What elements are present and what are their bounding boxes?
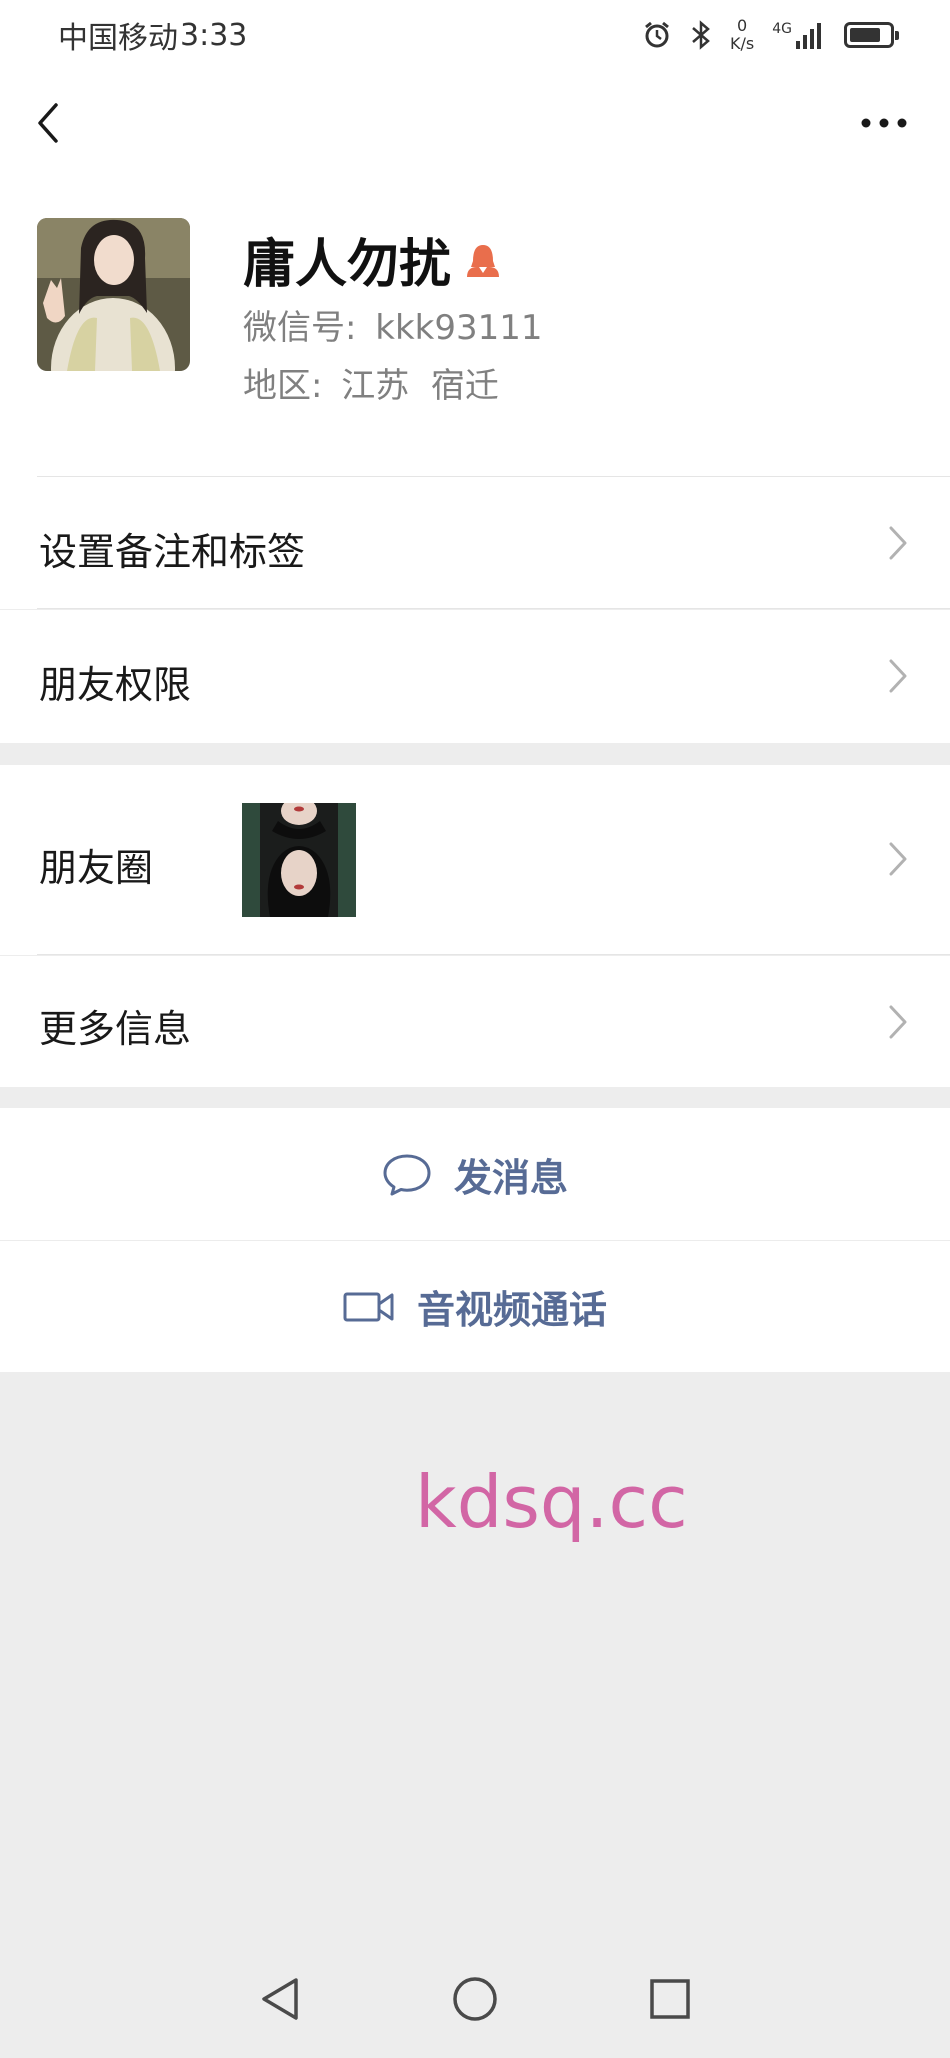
circle-home-icon bbox=[453, 1977, 497, 2021]
chat-bubble-icon bbox=[383, 1154, 431, 1195]
wechat-id-value: kkk93111 bbox=[375, 308, 543, 348]
wechat-id-label: 微信号: bbox=[243, 308, 357, 348]
profile-header: 庸人勿扰 微信号: kkk93111 地区: 江苏 宿迁 bbox=[0, 180, 950, 477]
female-user-icon bbox=[467, 244, 500, 277]
nav-recents-button[interactable] bbox=[645, 1974, 695, 2024]
region-label: 地区: bbox=[243, 366, 323, 406]
cellular-signal: 4G bbox=[772, 21, 826, 49]
divider bbox=[37, 954, 950, 955]
battery-icon bbox=[844, 22, 899, 48]
status-icons: 0 K/s 4G bbox=[642, 17, 899, 53]
avatar-photo bbox=[37, 218, 190, 371]
triangle-back-icon bbox=[262, 1978, 298, 2020]
more-info-label: 更多信息 bbox=[39, 1007, 192, 1051]
wechat-id-row: 微信号: kkk93111 bbox=[243, 300, 543, 349]
carrier-name: 中国移动 bbox=[58, 21, 178, 56]
back-button[interactable] bbox=[28, 98, 68, 148]
network-speed: 0 K/s bbox=[730, 17, 754, 53]
friend-permissions-cell[interactable]: 朋友权限 bbox=[0, 610, 950, 743]
divider bbox=[37, 608, 950, 609]
remark-tags-label: 设置备注和标签 bbox=[39, 530, 306, 574]
signal-icon bbox=[796, 23, 821, 49]
name-row: 庸人勿扰 bbox=[243, 222, 501, 297]
video-call-label: 音视频通话 bbox=[416, 1288, 607, 1332]
square-recents-icon bbox=[650, 1979, 690, 2019]
send-message-button[interactable]: 发消息 bbox=[0, 1108, 950, 1241]
avatar[interactable] bbox=[37, 218, 190, 371]
moments-cell[interactable]: 朋友圈 bbox=[0, 765, 950, 955]
region-value: 江苏 宿迁 bbox=[341, 366, 499, 406]
watermark-text: kdsq.cc bbox=[415, 1460, 688, 1544]
video-call-button[interactable]: 音视频通话 bbox=[0, 1241, 950, 1372]
send-message-label: 发消息 bbox=[453, 1156, 568, 1200]
chevron-right-icon bbox=[889, 659, 907, 693]
moments-thumbnail bbox=[242, 803, 356, 917]
network-speed-value: 0 bbox=[737, 16, 748, 35]
contact-name: 庸人勿扰 bbox=[243, 235, 452, 295]
battery-level bbox=[850, 28, 881, 42]
network-type: 4G bbox=[772, 21, 792, 37]
nav-home-button[interactable] bbox=[450, 1974, 500, 2024]
more-info-cell[interactable]: 更多信息 bbox=[0, 956, 950, 1087]
nav-bar bbox=[0, 70, 950, 180]
clock: 3:33 bbox=[180, 17, 248, 53]
moments-label: 朋友圈 bbox=[39, 846, 154, 890]
bluetooth-icon bbox=[692, 20, 710, 50]
video-camera-icon bbox=[343, 1292, 394, 1321]
remark-tags-cell[interactable]: 设置备注和标签 bbox=[0, 477, 950, 609]
chevron-left-icon bbox=[38, 103, 58, 143]
chevron-right-icon bbox=[889, 526, 907, 560]
system-nav-bar bbox=[0, 1940, 950, 2058]
nav-back-button[interactable] bbox=[255, 1974, 305, 2024]
status-bar: 中国移动 3:33 0 K/s 4G bbox=[0, 0, 950, 70]
more-dots-icon bbox=[861, 118, 907, 128]
friend-permissions-label: 朋友权限 bbox=[39, 663, 192, 707]
more-button[interactable] bbox=[854, 100, 914, 146]
status-left: 中国移动 3:33 bbox=[58, 13, 247, 57]
alarm-icon bbox=[645, 21, 669, 48]
region-row: 地区: 江苏 宿迁 bbox=[243, 358, 499, 407]
network-speed-unit: K/s bbox=[730, 34, 755, 53]
chevron-right-icon bbox=[889, 1005, 907, 1039]
moments-photo bbox=[242, 803, 356, 917]
chevron-right-icon bbox=[889, 842, 907, 876]
